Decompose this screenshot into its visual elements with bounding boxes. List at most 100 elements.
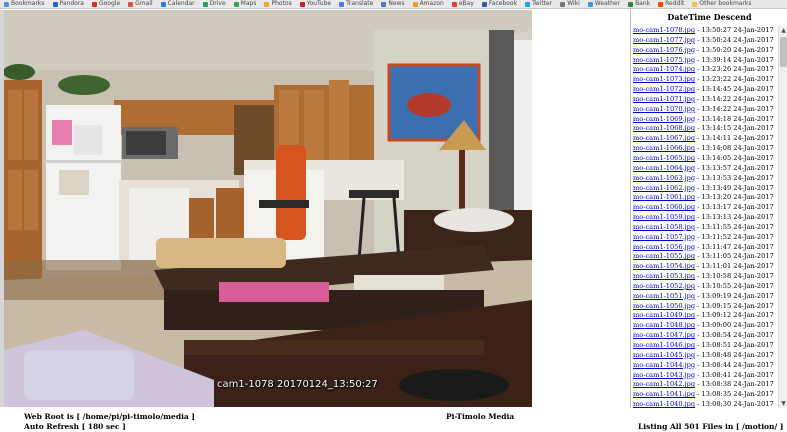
bookmark-item[interactable]: Gmail [128,0,153,8]
bookmark-label: Weather [594,0,621,7]
list-item: mo-cam1-1077.jpg - 13:50:24 24-Jan-2017 [631,36,778,46]
file-link[interactable]: mo-cam1-1078.jpg [633,26,695,34]
file-link[interactable]: mo-cam1-1063.jpg [633,174,695,182]
bookmark-item[interactable]: Amazon [412,0,444,8]
list-item: mo-cam1-1061.jpg - 13:13:20 24-Jan-2017 [631,193,778,203]
scroll-down-icon[interactable]: ▼ [779,399,787,408]
file-link[interactable]: mo-cam1-1055.jpg [633,252,695,260]
file-time: 13:14:05 24-Jan-2017 [701,153,774,162]
file-link[interactable]: mo-cam1-1073.jpg [633,75,695,83]
file-link[interactable]: mo-cam1-1054.jpg [633,262,695,270]
list-item: mo-cam1-1075.jpg - 13:39:14 24-Jan-2017 [631,56,778,66]
file-link[interactable]: mo-cam1-1069.jpg [633,115,695,123]
file-link[interactable]: mo-cam1-1066.jpg [633,144,695,152]
file-link[interactable]: mo-cam1-1044.jpg [633,361,695,369]
bookmark-item[interactable]: Weather [587,0,621,8]
list-item: mo-cam1-1042.jpg - 13:08:38 24-Jan-2017 [631,380,778,390]
file-link[interactable]: mo-cam1-1060.jpg [633,203,695,211]
bookmark-label: Twitter [532,0,553,7]
list-item: mo-cam1-1052.jpg - 13:10:55 24-Jan-2017 [631,282,778,292]
file-link[interactable]: mo-cam1-1057.jpg [633,233,695,241]
list-item: mo-cam1-1044.jpg - 13:08:44 24-Jan-2017 [631,361,778,371]
file-link[interactable]: mo-cam1-1042.jpg [633,380,695,388]
file-link[interactable]: mo-cam1-1051.jpg [633,292,695,300]
list-title: DateTime Descend [667,12,752,22]
file-link[interactable]: mo-cam1-1064.jpg [633,164,695,172]
file-link[interactable]: mo-cam1-1077.jpg [633,36,695,44]
file-link[interactable]: mo-cam1-1071.jpg [633,95,695,103]
bookmark-item[interactable]: YouTube [299,0,332,8]
file-link[interactable]: mo-cam1-1040.jpg [633,400,695,408]
bookmark-label: Translate [346,0,374,7]
footer-left: Web Root is [ /home/pi/pi-timolo/media ]… [24,412,195,432]
file-time: 13:11:05 24-Jan-2017 [701,252,774,261]
bookmark-item[interactable]: Reddit [658,0,684,8]
bookmark-icon [128,1,134,7]
file-link[interactable]: mo-cam1-1075.jpg [633,56,695,64]
file-link[interactable]: mo-cam1-1049.jpg [633,311,695,319]
file-link[interactable]: mo-cam1-1045.jpg [633,351,695,359]
file-link[interactable]: mo-cam1-1043.jpg [633,371,695,379]
bookmark-item[interactable]: Bookmarks [4,0,45,8]
file-link[interactable]: mo-cam1-1061.jpg [633,193,695,201]
file-link[interactable]: mo-cam1-1062.jpg [633,184,695,192]
list-item: mo-cam1-1057.jpg - 13:11:52 24-Jan-2017 [631,233,778,243]
scroll-thumb[interactable] [780,37,787,67]
file-link[interactable]: mo-cam1-1050.jpg [633,302,695,310]
bookmark-label: Drive [209,0,226,7]
file-list[interactable]: mo-cam1-1078.jpg - 13:50:27 24-Jan-2017 m… [631,26,778,408]
file-link[interactable]: mo-cam1-1059.jpg [633,213,695,221]
file-link[interactable]: mo-cam1-1052.jpg [633,282,695,290]
bookmark-item[interactable]: eBay [451,0,474,8]
bookmark-icon [628,1,634,7]
auto-refresh-text: Auto Refresh [ 180 sec ] [24,422,126,431]
scroll-up-icon[interactable]: ▲ [779,26,787,35]
file-link[interactable]: mo-cam1-1067.jpg [633,134,695,142]
bookmark-item[interactable]: Other bookmarks [692,0,752,8]
file-link[interactable]: mo-cam1-1046.jpg [633,341,695,349]
list-item: mo-cam1-1053.jpg - 13:10:58 24-Jan-2017 [631,272,778,282]
file-link[interactable]: mo-cam1-1053.jpg [633,272,695,280]
bookmark-item[interactable]: Google [91,0,120,8]
bookmark-item[interactable]: Wiki [560,0,580,8]
bookmark-item[interactable]: Translate [339,0,373,8]
bookmark-label: Gmail [135,0,153,7]
bookmark-icon [481,1,487,7]
bookmark-item[interactable]: Drive [202,0,226,8]
file-link[interactable]: mo-cam1-1072.jpg [633,85,695,93]
list-scrollbar[interactable]: ▲ ▼ [778,26,787,408]
camera-image[interactable]: cam1-1078 20170124_13:50:27 [4,10,532,407]
file-link[interactable]: mo-cam1-1058.jpg [633,223,695,231]
list-item: mo-cam1-1045.jpg - 13:08:48 24-Jan-2017 [631,351,778,361]
file-time: 13:11:01 24-Jan-2017 [701,262,774,271]
bookmark-icon [525,1,531,7]
bookmark-item[interactable]: Photos [264,0,292,8]
bookmark-icon [658,1,664,7]
file-link[interactable]: mo-cam1-1068.jpg [633,124,695,132]
file-link[interactable]: mo-cam1-1074.jpg [633,65,695,73]
file-time: 13:14:11 24-Jan-2017 [701,134,774,143]
file-link[interactable]: mo-cam1-1056.jpg [633,243,695,251]
file-link[interactable]: mo-cam1-1048.jpg [633,321,695,329]
bookmark-icon [91,1,97,7]
file-link[interactable]: mo-cam1-1065.jpg [633,154,695,162]
file-link[interactable]: mo-cam1-1070.jpg [633,105,695,113]
bookmark-item[interactable]: Facebook [481,0,517,8]
file-time: 13:11:52 24-Jan-2017 [701,232,774,241]
file-link[interactable]: mo-cam1-1047.jpg [633,331,695,339]
file-time: 13:08:44 24-Jan-2017 [701,360,774,369]
bookmark-item[interactable]: Twitter [525,0,552,8]
file-link[interactable]: mo-cam1-1041.jpg [633,390,695,398]
bookmark-item[interactable]: Maps [233,0,256,8]
bookmark-item[interactable]: News [381,0,405,8]
list-item: mo-cam1-1060.jpg - 13:13:17 24-Jan-2017 [631,203,778,213]
file-time: 13:39:14 24-Jan-2017 [701,55,774,64]
file-time: 13:08:41 24-Jan-2017 [701,370,774,379]
bookmark-item[interactable]: Calendar [160,0,195,8]
file-link[interactable]: mo-cam1-1076.jpg [633,46,695,54]
bookmark-item[interactable]: Pandora [52,0,84,8]
bookmark-label: YouTube [306,0,332,7]
web-root-text: Web Root is [ /home/pi/pi-timolo/media ] [24,412,195,421]
file-time: 13:11:55 24-Jan-2017 [701,222,774,231]
bookmark-item[interactable]: Bank [628,0,650,8]
